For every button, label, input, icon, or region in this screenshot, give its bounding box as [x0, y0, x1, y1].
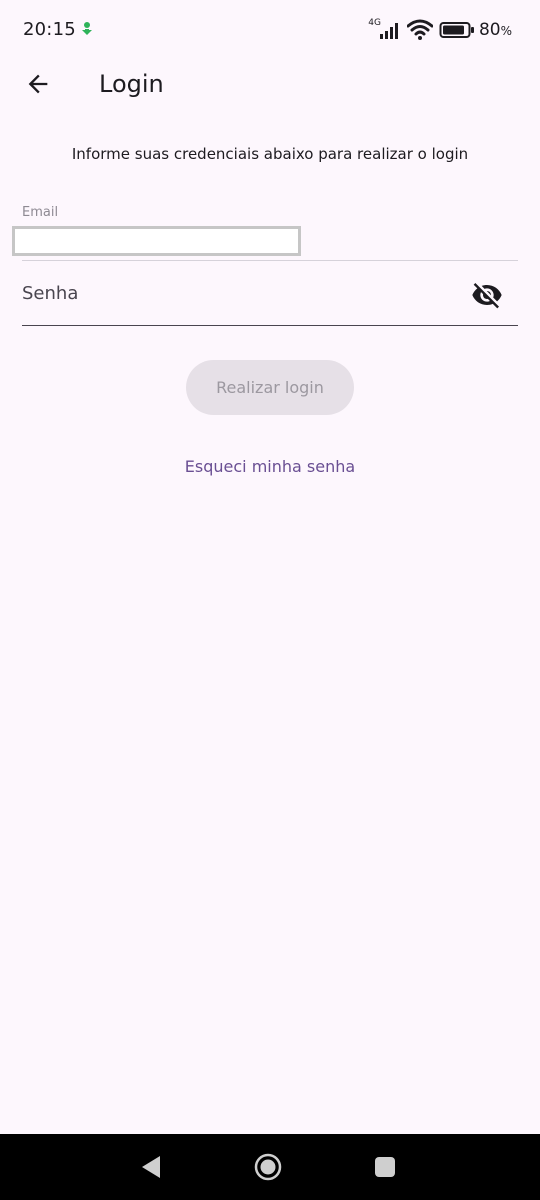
- password-field[interactable]: Senha: [22, 270, 518, 326]
- email-label: Email: [22, 205, 59, 220]
- app-bar: Login: [0, 60, 540, 112]
- password-label: Senha: [22, 283, 79, 304]
- battery-percent: 80%: [478, 20, 512, 40]
- login-instructions: Informe suas credenciais abaixo para rea…: [71, 145, 469, 163]
- circle-home-icon[interactable]: [254, 1153, 282, 1181]
- triangle-back-icon[interactable]: [138, 1153, 164, 1181]
- visibility-off-icon: [472, 283, 502, 309]
- status-icons: 4G 80%: [368, 18, 512, 42]
- square-recents-icon[interactable]: [374, 1156, 396, 1178]
- status-bar: 20:15 4G 80%: [0, 0, 540, 60]
- login-button[interactable]: Realizar login: [186, 360, 354, 415]
- download-notification-icon: [82, 22, 92, 35]
- back-button[interactable]: [16, 62, 60, 106]
- arrow-left-icon: [28, 74, 48, 94]
- page-title: Login: [99, 70, 164, 98]
- signal-icon: [379, 23, 398, 39]
- forgot-password-link[interactable]: Esqueci minha senha: [0, 457, 540, 476]
- email-field[interactable]: [12, 226, 301, 256]
- email-input[interactable]: [15, 229, 298, 253]
- password-visibility-toggle[interactable]: [470, 278, 504, 312]
- email-underline: [22, 260, 518, 261]
- wifi-icon: [406, 19, 433, 40]
- password-underline: [22, 325, 518, 326]
- status-time: 20:15: [23, 19, 76, 40]
- battery-icon: [439, 22, 474, 38]
- network-type: 4G: [368, 18, 381, 28]
- system-nav-bar: [0, 1134, 540, 1200]
